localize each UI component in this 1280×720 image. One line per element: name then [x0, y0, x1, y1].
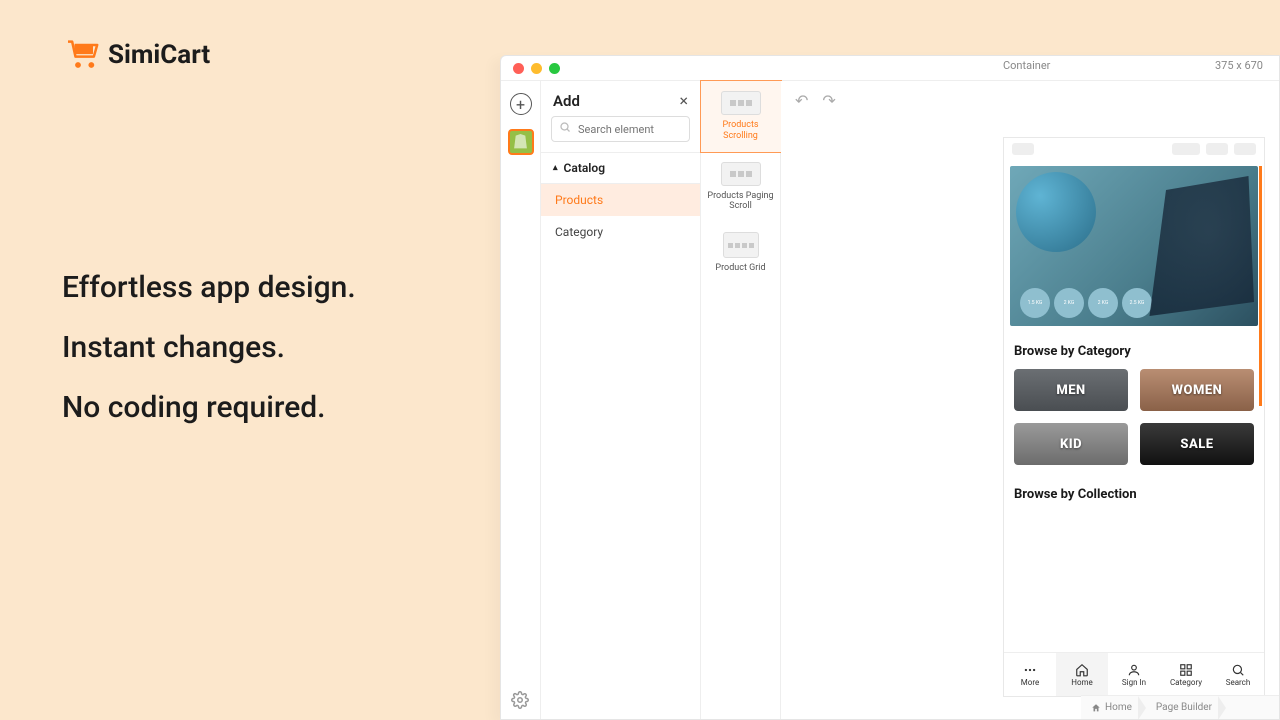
- category-sale[interactable]: SALE: [1140, 423, 1254, 465]
- thumb-icon: [723, 232, 759, 258]
- element-label: Products Scrolling: [705, 120, 777, 142]
- element-column: Products Scrolling Products Paging Scroll…: [701, 81, 781, 719]
- nav-category[interactable]: Category: [1160, 653, 1212, 696]
- sidebar-item-category[interactable]: Category: [541, 216, 700, 248]
- nav-label: Search: [1226, 678, 1251, 687]
- thumb-icon: [721, 91, 761, 115]
- nav-home[interactable]: Home: [1056, 653, 1108, 696]
- dumbbell-icon: 2 KG: [1088, 288, 1118, 318]
- element-product-grid[interactable]: Product Grid: [701, 222, 781, 284]
- close-icon[interactable]: ×: [679, 91, 688, 110]
- section-catalog[interactable]: ▴ Catalog: [541, 152, 700, 184]
- cart-icon: [66, 40, 100, 70]
- home-icon: [1075, 663, 1089, 677]
- undo-icon[interactable]: ↶: [795, 91, 808, 110]
- placeholder-icon: [1012, 143, 1034, 155]
- category-icon: [1179, 663, 1193, 677]
- search-icon: [1231, 663, 1245, 677]
- preview-body[interactable]: 1.5 KG2 KG2 KG2.5 KG Browse by Category …: [1004, 160, 1264, 652]
- left-rail: +: [501, 81, 541, 719]
- preview-meta: Container 375 x 670: [1003, 59, 1263, 72]
- category-kid[interactable]: KID: [1014, 423, 1128, 465]
- nav-search[interactable]: Search: [1212, 653, 1264, 696]
- nav-label: Sign In: [1122, 678, 1146, 687]
- element-label: Products Paging Scroll: [705, 191, 777, 213]
- section-title-collection: Browse by Collection: [1014, 487, 1254, 502]
- search-icon: [559, 121, 571, 133]
- redo-icon[interactable]: ↷: [822, 91, 835, 110]
- category-women[interactable]: WOMEN: [1140, 369, 1254, 411]
- crumb-home[interactable]: Home: [1081, 696, 1146, 719]
- tagline-line3: No coding required.: [62, 378, 356, 438]
- marketing-pane: SimiCart Effortless app design. Instant …: [0, 0, 500, 720]
- bottom-nav: More Home Sign In Category Search: [1004, 652, 1264, 696]
- add-panel-title: Add: [553, 92, 580, 110]
- more-icon: [1023, 663, 1037, 677]
- shopify-icon[interactable]: [508, 129, 534, 155]
- minimize-window-icon[interactable]: [531, 63, 542, 74]
- app-window: + Add × ▴ Catalog ProductsCategory: [500, 55, 1280, 720]
- add-button[interactable]: +: [510, 93, 532, 115]
- chevron-up-icon: ▴: [553, 163, 558, 173]
- app-body: + Add × ▴ Catalog ProductsCategory: [501, 80, 1279, 719]
- search-input[interactable]: [551, 116, 690, 142]
- dumbbell-icon: 2 KG: [1054, 288, 1084, 318]
- preview-header: [1004, 138, 1264, 160]
- settings-icon[interactable]: [511, 691, 529, 709]
- placeholder-pill: [1206, 143, 1228, 155]
- section-title-category: Browse by Category: [1014, 344, 1254, 359]
- tagline: Effortless app design. Instant changes. …: [62, 258, 356, 438]
- device-preview: 1.5 KG2 KG2 KG2.5 KG Browse by Category …: [1003, 137, 1265, 697]
- preview-dims: 375 x 670: [1215, 59, 1263, 72]
- tagline-line2: Instant changes.: [62, 318, 356, 378]
- sidebar-item-products[interactable]: Products: [541, 184, 700, 216]
- nav-label: Category: [1170, 678, 1202, 687]
- breadcrumb: HomePage Builder: [1081, 695, 1279, 719]
- crumb-page-builder[interactable]: Page Builder: [1146, 696, 1226, 719]
- placeholder-pill: [1234, 143, 1256, 155]
- close-window-icon[interactable]: [513, 63, 524, 74]
- insert-indicator: [1259, 166, 1262, 406]
- element-label: Product Grid: [715, 263, 765, 274]
- history-controls: ↶ ↷: [795, 91, 836, 110]
- nav-label: More: [1021, 678, 1039, 687]
- sign-in-icon: [1127, 663, 1141, 677]
- canvas[interactable]: ↶ ↷ ✥ Products Scrolling Container 375 x…: [781, 81, 1279, 719]
- nav-more[interactable]: More: [1004, 653, 1056, 696]
- section-label: Catalog: [564, 161, 606, 175]
- hero-image[interactable]: 1.5 KG2 KG2 KG2.5 KG: [1010, 166, 1258, 326]
- element-products-scrolling[interactable]: Products Scrolling: [701, 81, 781, 152]
- nav-label: Home: [1071, 678, 1093, 687]
- maximize-window-icon[interactable]: [549, 63, 560, 74]
- placeholder-pill: [1172, 143, 1200, 155]
- brand-logo: SimiCart: [66, 40, 210, 70]
- category-men[interactable]: MEN: [1014, 369, 1128, 411]
- add-panel: Add × ▴ Catalog ProductsCategory: [541, 81, 701, 719]
- element-products-paging-scroll[interactable]: Products Paging Scroll: [701, 152, 781, 223]
- dumbbell-icon: 1.5 KG: [1020, 288, 1050, 318]
- brand-name: SimiCart: [108, 40, 210, 70]
- container-label: Container: [1003, 59, 1050, 72]
- thumb-icon: [721, 162, 761, 186]
- dumbbell-icon: 2.5 KG: [1122, 288, 1152, 318]
- tagline-line1: Effortless app design.: [62, 258, 356, 318]
- nav-sign-in[interactable]: Sign In: [1108, 653, 1160, 696]
